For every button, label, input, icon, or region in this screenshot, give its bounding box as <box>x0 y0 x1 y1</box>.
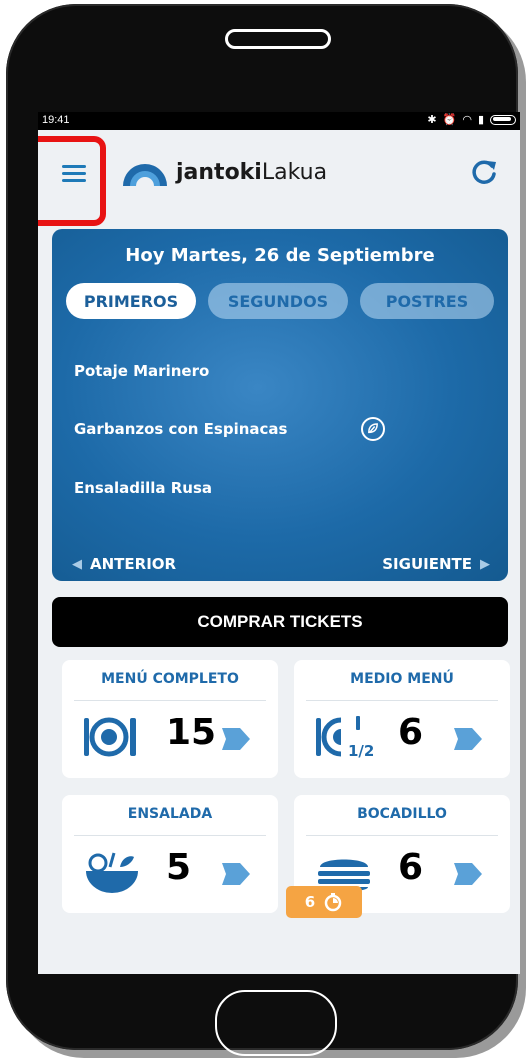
timer-icon <box>324 893 342 912</box>
next-day-button[interactable]: SIGUIENTE ▶ <box>382 555 490 573</box>
triangle-left-icon: ◀ <box>72 556 82 572</box>
bluetooth-icon: ✱ <box>427 114 437 126</box>
battery-icon <box>490 114 516 125</box>
signal-icon: ▮ <box>477 114 484 126</box>
previous-day-button[interactable]: ◀ ANTERIOR <box>72 555 176 573</box>
app-title: jantokiLakua <box>176 160 328 185</box>
leaf-icon <box>361 417 385 441</box>
ticket-count: 6 <box>398 847 424 888</box>
card-title: ENSALADA <box>127 806 213 822</box>
ticket-icon <box>454 728 482 750</box>
highlight-annotation <box>38 136 106 226</box>
pending-timer-badge[interactable]: 6 <box>286 886 362 918</box>
full-menu-icon <box>84 717 136 757</box>
home-button[interactable] <box>215 990 337 1056</box>
triangle-right-icon: ▶ <box>480 556 490 572</box>
half-fraction-label: 1/2 <box>348 742 375 760</box>
app-screen: 19:41 ✱ ⏰ ◠ ▮ jantokiLakua Hoy Martes, 2… <box>38 112 520 974</box>
ticket-count: 15 <box>166 712 217 753</box>
menu-date: Hoy Martes, 26 de Septiembre <box>125 245 435 266</box>
app-logo-icon <box>123 164 167 186</box>
refresh-icon[interactable] <box>470 158 498 186</box>
status-bar: 19:41 ✱ ⏰ ◠ ▮ <box>38 112 520 130</box>
wifi-icon: ◠ <box>462 114 472 126</box>
ticket-card-medio-menu[interactable]: MEDIO MENÚ 1/2 6 <box>294 660 510 778</box>
tab-postres[interactable]: POSTRES <box>360 283 494 319</box>
phone-frame: 19:41 ✱ ⏰ ◠ ▮ jantokiLakua Hoy Martes, 2… <box>6 4 520 1056</box>
ticket-icon <box>454 863 482 885</box>
buy-tickets-button[interactable]: COMPRAR TICKETS <box>52 597 508 647</box>
ticket-icon <box>222 728 250 750</box>
dish-item: Garbanzos con Espinacas <box>74 420 288 438</box>
card-title: BOCADILLO <box>357 806 447 822</box>
card-title: MEDIO MENÚ <box>350 671 454 687</box>
ticket-count: 5 <box>166 847 192 888</box>
ticket-card-menu-completo[interactable]: MENÚ COMPLETO 15 <box>62 660 278 778</box>
course-tabs: PRIMEROS SEGUNDOS POSTRES <box>66 283 494 319</box>
card-title: MENÚ COMPLETO <box>101 671 239 687</box>
ticket-count: 6 <box>398 712 424 753</box>
dish-item: Ensaladilla Rusa <box>74 479 213 497</box>
dish-item: Potaje Marinero <box>74 362 210 380</box>
tab-segundos[interactable]: SEGUNDOS <box>208 283 348 319</box>
app-header: jantokiLakua <box>38 130 520 226</box>
alarm-icon: ⏰ <box>442 114 457 126</box>
ticket-icon <box>222 863 250 885</box>
salad-bowl-icon <box>86 852 138 893</box>
speaker-grille <box>225 29 331 49</box>
ticket-card-ensalada[interactable]: ENSALADA 5 <box>62 795 278 913</box>
status-time: 19:41 <box>42 114 70 126</box>
daily-menu-card: Hoy Martes, 26 de Septiembre PRIMEROS SE… <box>52 229 508 581</box>
tab-primeros[interactable]: PRIMEROS <box>66 283 196 319</box>
